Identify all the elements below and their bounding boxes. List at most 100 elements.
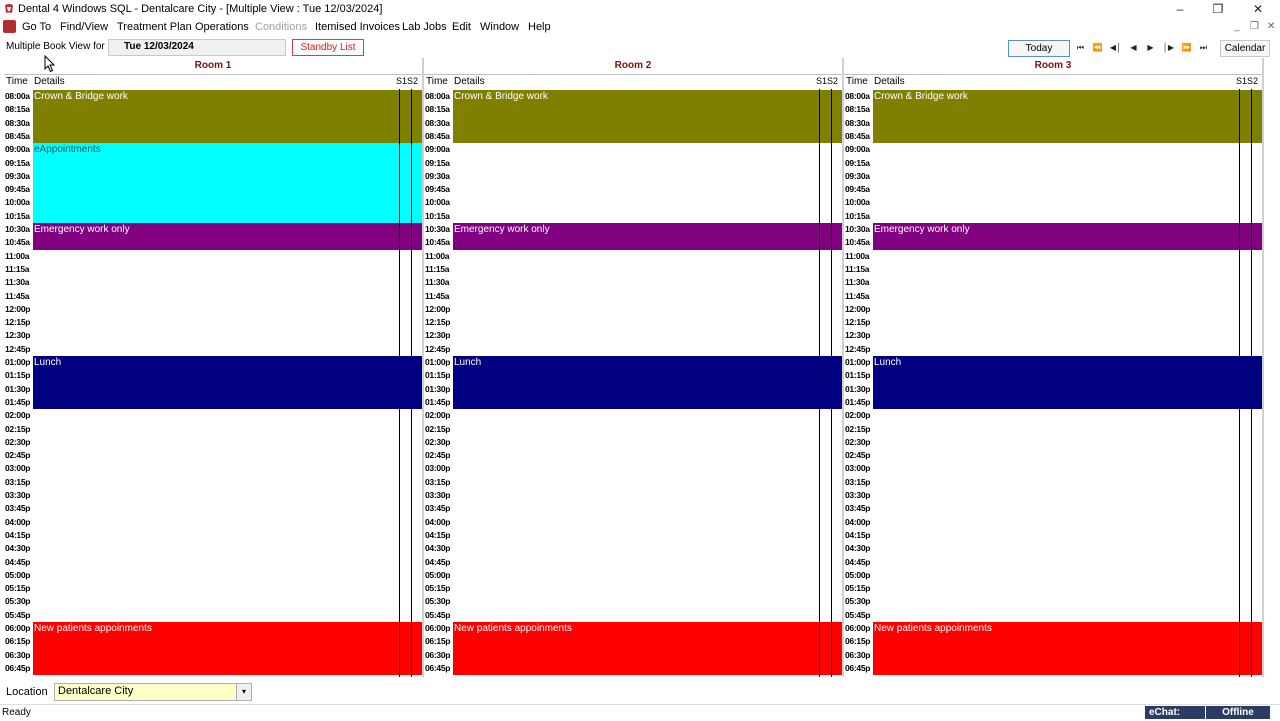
time-slot[interactable]: 04:30p [4,542,422,555]
menu-go-to[interactable]: Go To [22,21,51,33]
time-slot[interactable]: 01:45p [424,396,842,409]
mdi-minimize-button[interactable]: _ [1234,21,1240,32]
time-slot[interactable]: 04:00p [844,516,1262,529]
time-slot[interactable]: 06:45p [844,662,1262,675]
time-slot[interactable]: 10:30a [844,223,1262,236]
time-slot[interactable]: 12:45p [424,343,842,356]
time-slot[interactable]: 06:00p [4,622,422,635]
time-slot[interactable]: 11:15a [844,263,1262,276]
time-slot[interactable]: 09:00a [844,143,1262,156]
time-slot[interactable]: 06:15p [4,635,422,648]
time-slot[interactable]: 08:45a [424,130,842,143]
time-slot[interactable]: 11:45a [4,290,422,303]
time-slot[interactable]: 08:00a [424,90,842,103]
fast-back-icon[interactable]: ⏪ [1090,41,1105,54]
time-slot[interactable]: 12:15p [844,316,1262,329]
time-slot[interactable]: 01:00p [4,356,422,369]
time-slot[interactable]: 04:15p [4,529,422,542]
time-slot[interactable]: 12:45p [844,343,1262,356]
time-slot[interactable]: 05:30p [844,595,1262,608]
time-slot[interactable]: 05:15p [844,582,1262,595]
time-slot[interactable]: 01:45p [4,396,422,409]
time-slot[interactable]: 05:00p [844,569,1262,582]
time-slot[interactable]: 12:45p [4,343,422,356]
time-slot[interactable]: 04:00p [424,516,842,529]
time-slot[interactable]: 02:30p [4,436,422,449]
time-slot[interactable]: 04:45p [4,556,422,569]
time-slot[interactable]: 01:30p [844,383,1262,396]
menu-edit[interactable]: Edit [452,21,471,33]
menu-help[interactable]: Help [528,21,551,33]
time-slot[interactable]: 10:15a [424,210,842,223]
time-slot[interactable]: 03:30p [4,489,422,502]
time-slot[interactable]: 09:00a [424,143,842,156]
time-slot[interactable]: 11:45a [844,290,1262,303]
skip-forward-icon[interactable]: ⏭ [1196,41,1211,54]
time-slot[interactable]: 06:15p [424,635,842,648]
skip-back-icon[interactable]: ⏮ [1073,41,1088,54]
time-slot[interactable]: 08:15a [4,103,422,116]
time-slot[interactable]: 05:30p [424,595,842,608]
time-slot[interactable]: 03:15p [4,476,422,489]
time-slot[interactable]: 08:45a [844,130,1262,143]
time-slot[interactable]: 11:00a [844,250,1262,263]
step-back-icon[interactable]: ◀│ [1108,41,1123,54]
time-slot[interactable]: 03:15p [424,476,842,489]
time-slot[interactable]: 10:45a [424,236,842,249]
time-slot[interactable]: 05:15p [424,582,842,595]
date-field[interactable]: Tue 12/03/2024 [108,39,286,56]
time-slot[interactable]: 10:45a [844,236,1262,249]
time-slot[interactable]: 10:00a [424,196,842,209]
time-slot[interactable]: 02:00p [844,409,1262,422]
time-slot[interactable]: 11:15a [424,263,842,276]
time-slot[interactable]: 09:30a [844,170,1262,183]
time-slot[interactable]: 02:30p [844,436,1262,449]
time-slot[interactable]: 11:00a [424,250,842,263]
fast-forward-icon[interactable]: ⏩ [1179,41,1194,54]
time-slot[interactable]: 01:15p [4,369,422,382]
time-slot[interactable]: 01:15p [424,369,842,382]
time-slot[interactable]: 12:30p [844,329,1262,342]
time-slot[interactable]: 10:30a [4,223,422,236]
time-slot[interactable]: 03:45p [424,502,842,515]
restore-button[interactable]: ❐ [1200,1,1236,18]
back-icon[interactable]: ◀ [1126,41,1141,54]
menu-window[interactable]: Window [480,21,519,33]
today-button[interactable]: Today [1008,40,1070,57]
time-slot[interactable]: 05:45p [4,609,422,622]
time-slot[interactable]: 10:15a [844,210,1262,223]
time-slot[interactable]: 09:45a [424,183,842,196]
mdi-close-button[interactable]: ✕ [1267,21,1275,32]
time-slot[interactable]: 01:30p [424,383,842,396]
time-slot[interactable]: 05:45p [424,609,842,622]
document-icon[interactable] [3,20,16,33]
time-slot[interactable]: 12:00p [424,303,842,316]
menu-conditions[interactable]: Conditions [255,21,307,33]
time-slot[interactable]: 09:00a [4,143,422,156]
time-slot[interactable]: 02:15p [844,423,1262,436]
time-slot[interactable]: 04:15p [424,529,842,542]
time-slot[interactable]: 12:00p [4,303,422,316]
time-slot[interactable]: 03:30p [844,489,1262,502]
time-slot[interactable]: 09:15a [4,157,422,170]
time-slot[interactable]: 06:15p [844,635,1262,648]
time-slot[interactable]: 09:30a [424,170,842,183]
time-slot[interactable]: 03:45p [844,502,1262,515]
time-slot[interactable]: 02:00p [424,409,842,422]
time-slot[interactable]: 08:30a [844,117,1262,130]
time-slot[interactable]: 11:30a [844,276,1262,289]
time-slot[interactable]: 08:45a [4,130,422,143]
time-slot[interactable]: 09:15a [844,157,1262,170]
time-slot[interactable]: 03:00p [844,462,1262,475]
time-slot[interactable]: 03:00p [4,462,422,475]
time-slot[interactable]: 05:00p [424,569,842,582]
time-slot[interactable]: 06:30p [4,649,422,662]
room-header[interactable]: Room 1 [4,58,422,75]
time-slot[interactable]: 01:00p [424,356,842,369]
time-slot[interactable]: 04:00p [4,516,422,529]
time-slot[interactable]: 08:00a [4,90,422,103]
time-slot[interactable]: 02:45p [424,449,842,462]
time-slot[interactable]: 06:00p [844,622,1262,635]
time-slot[interactable]: 06:30p [424,649,842,662]
time-slot[interactable]: 03:00p [424,462,842,475]
